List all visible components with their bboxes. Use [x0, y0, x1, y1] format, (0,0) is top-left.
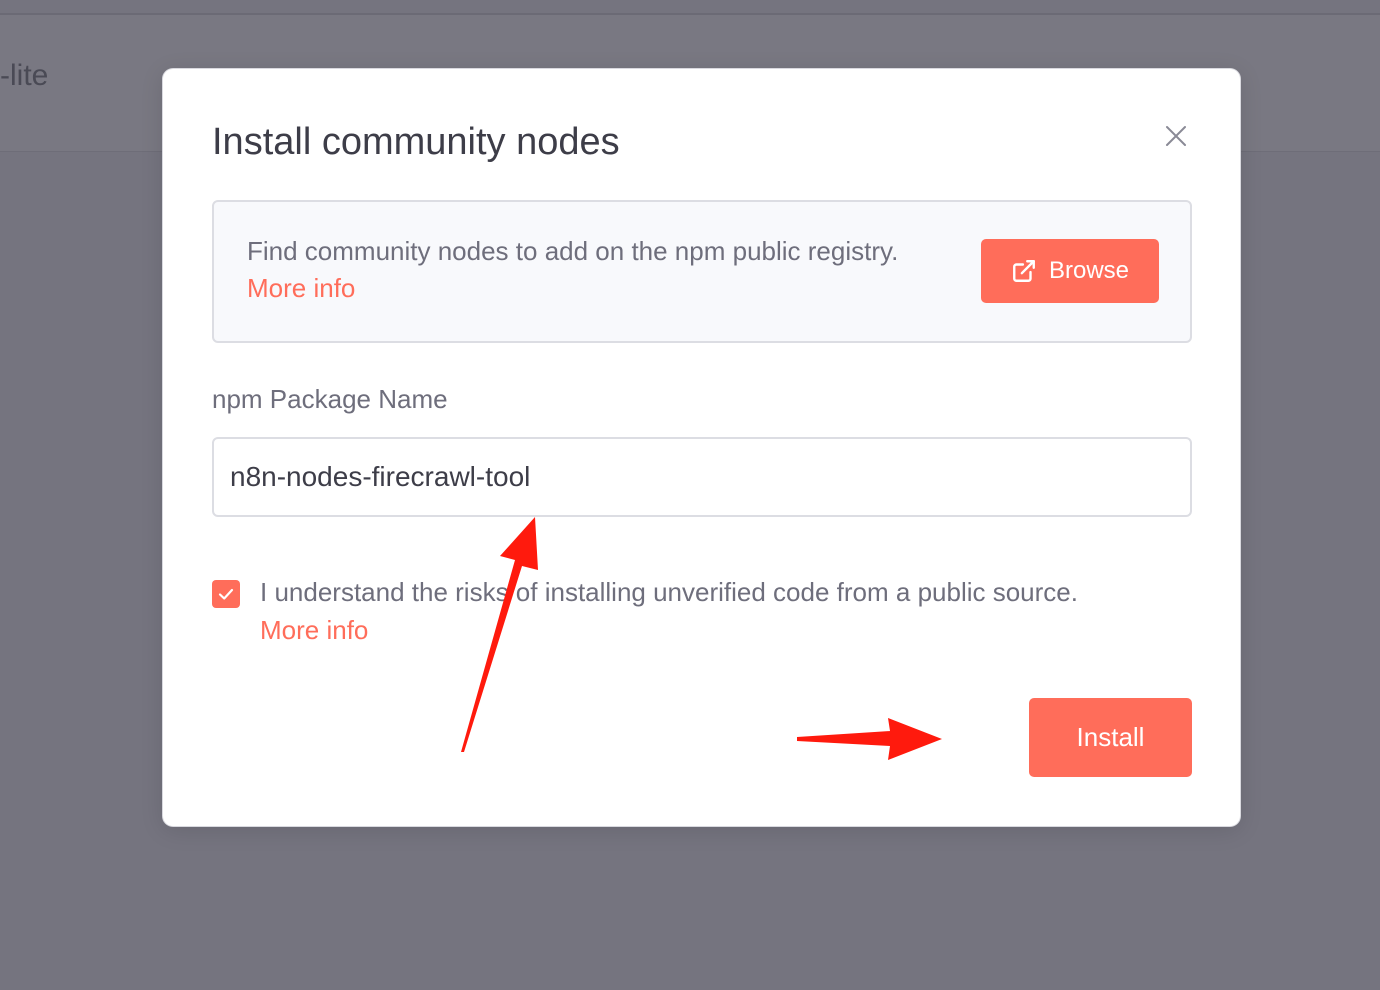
close-icon: [1166, 126, 1186, 146]
risk-consent-text: I understand the risks of installing unv…: [260, 577, 1078, 607]
package-name-input[interactable]: [212, 437, 1192, 517]
info-panel: Find community nodes to add on the npm p…: [212, 200, 1192, 343]
install-button[interactable]: Install: [1029, 698, 1192, 777]
package-name-label: npm Package Name: [212, 384, 448, 414]
install-community-nodes-dialog: Install community nodes Find community n…: [163, 69, 1240, 826]
risk-consent: I understand the risks of installing unv…: [260, 573, 1192, 653]
consent-more-info-link[interactable]: More info: [260, 611, 1192, 649]
browse-button[interactable]: Browse: [981, 239, 1159, 303]
info-description: Find community nodes to add on the npm p…: [247, 236, 899, 266]
background-page-title: -lite: [0, 59, 49, 92]
info-more-info-link[interactable]: More info: [247, 273, 355, 303]
info-text: Find community nodes to add on the npm p…: [247, 233, 927, 307]
external-link-icon: [1013, 260, 1035, 282]
checkmark-icon: [218, 588, 234, 600]
risk-consent-checkbox[interactable]: [212, 580, 240, 608]
browse-label: Browse: [1048, 257, 1130, 284]
dialog-title: Install community nodes: [212, 121, 620, 163]
close-button[interactable]: [1159, 119, 1193, 153]
